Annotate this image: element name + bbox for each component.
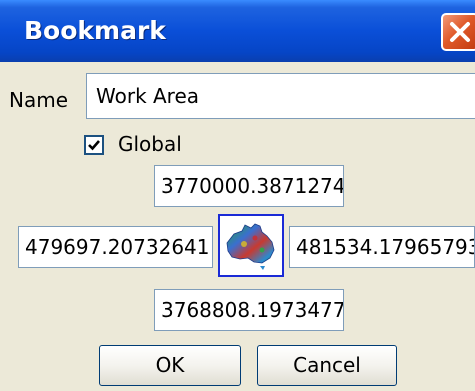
extent-top-field[interactable]: 3770000.3871274 bbox=[154, 165, 344, 207]
global-label: Global bbox=[118, 132, 182, 156]
bookmark-dialog: Bookmark Name Work Area Global 3770000.3… bbox=[0, 0, 475, 391]
checkmark-icon bbox=[88, 140, 100, 151]
name-field[interactable]: Work Area bbox=[86, 73, 475, 119]
name-label: Name bbox=[9, 88, 69, 112]
close-icon bbox=[450, 22, 470, 42]
global-checkbox[interactable] bbox=[84, 135, 104, 155]
title-bar[interactable]: Bookmark bbox=[0, 0, 475, 62]
extent-left-field[interactable]: 479697.20732641 bbox=[18, 226, 213, 268]
close-button[interactable] bbox=[441, 13, 475, 51]
australia-map-icon bbox=[226, 223, 275, 270]
cancel-button[interactable]: Cancel bbox=[257, 345, 397, 386]
dialog-title: Bookmark bbox=[24, 16, 166, 45]
ok-button[interactable]: OK bbox=[99, 345, 241, 386]
extent-right-field[interactable]: 481534.17965793 bbox=[289, 226, 475, 268]
extent-bottom-field[interactable]: 3768808.1973477 bbox=[154, 289, 344, 331]
map-extent-button[interactable] bbox=[218, 214, 284, 277]
